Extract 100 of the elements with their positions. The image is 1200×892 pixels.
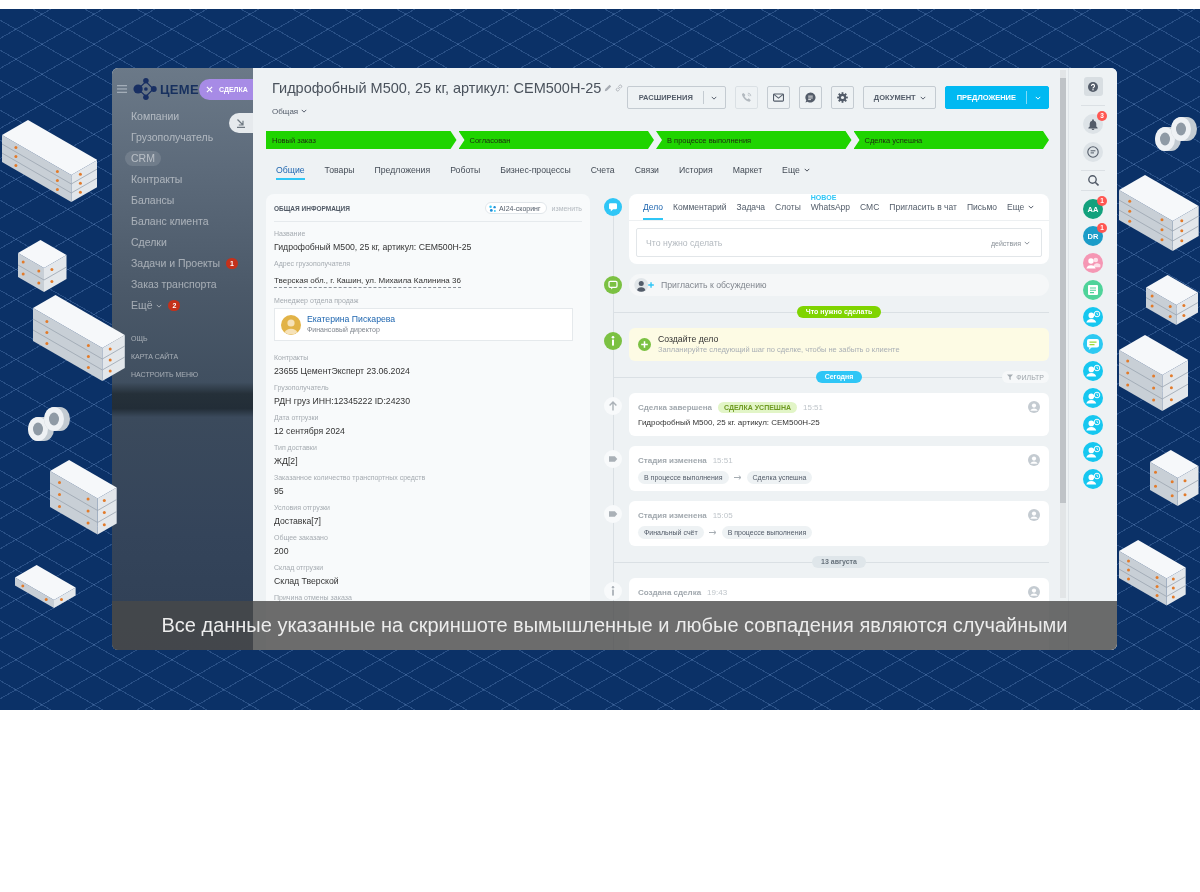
- add-person-icon: [634, 278, 655, 292]
- arrow-icon: [236, 118, 246, 128]
- sidebar-item[interactable]: Ещё: [131, 298, 163, 313]
- chat-icon[interactable]: [1083, 334, 1103, 354]
- chat-button[interactable]: [798, 86, 822, 109]
- bell-icon: [1088, 118, 1098, 130]
- invite-button[interactable]: Пригласить к обсуждению: [629, 274, 1049, 296]
- tab[interactable]: Пригласить в чат: [889, 194, 957, 220]
- user-icon[interactable]: [1028, 509, 1040, 521]
- info-icon: [604, 332, 622, 350]
- field-value: Склад Тверской: [274, 575, 340, 588]
- disclaimer-caption: Все данные указанные на скриншоте вымышленные и любые совпадения являются случайными: [112, 601, 1117, 650]
- tab[interactable]: Маркет: [722, 160, 773, 180]
- chat-icon: [804, 92, 816, 103]
- tab[interactable]: СМС: [860, 194, 880, 220]
- tab[interactable]: Бизнес-процессы: [490, 160, 581, 180]
- tag-icon: [604, 505, 622, 523]
- chat-icon: [604, 198, 622, 216]
- field-value: 12 сентября 2024: [274, 425, 346, 438]
- address-link[interactable]: Тверская обл., г. Кашин, ул. Михаила Калинина 36: [274, 274, 461, 288]
- caret-icon: [803, 168, 810, 172]
- tab[interactable]: Комментарий: [673, 194, 727, 220]
- event-time: 15:51: [712, 455, 733, 465]
- tab[interactable]: Роботы: [440, 160, 491, 180]
- caret-icon: [919, 95, 926, 100]
- news-icon[interactable]: [1083, 280, 1103, 300]
- field-value: 200: [274, 545, 290, 558]
- settings-button[interactable]: [830, 86, 854, 109]
- tab[interactable]: Еще: [772, 160, 820, 180]
- messages-button[interactable]: [1083, 142, 1103, 162]
- caret-icon: [711, 95, 718, 100]
- reminder-title: Создайте дело: [658, 334, 720, 345]
- tab[interactable]: История: [669, 160, 723, 180]
- caret-icon: [1028, 205, 1035, 209]
- page-title: Гидрофобный М500, 25 кг, артикул: CEM500H-25: [272, 79, 602, 98]
- logo-icon: [133, 77, 157, 101]
- event-title: Стадия изменена: [638, 455, 707, 465]
- group-icon[interactable]: [1083, 253, 1103, 273]
- user-icon[interactable]: [1028, 401, 1040, 413]
- settings-icon: [836, 92, 848, 103]
- arrow-icon: [708, 530, 717, 535]
- scrollbar-thumb[interactable]: [1060, 78, 1066, 503]
- concrete-slab-drawing: [1146, 275, 1198, 325]
- user-icon[interactable]: [1028, 586, 1040, 598]
- collapse-button[interactable]: [229, 113, 253, 133]
- person-clock-icon[interactable]: [1083, 442, 1103, 462]
- info-icon: [604, 582, 622, 600]
- pencil-icon[interactable]: [604, 84, 613, 92]
- arrow-up-icon: [604, 397, 622, 415]
- tag-icon: [604, 450, 622, 468]
- person-clock-icon[interactable]: [1083, 415, 1103, 435]
- concrete-rings-drawing: [1152, 115, 1197, 151]
- event-text: Гидрофобный М500, 25 кг. артикул: CEM500H-25: [638, 417, 821, 429]
- nodes-icon: [489, 204, 497, 212]
- user-icon[interactable]: [1028, 454, 1040, 466]
- phone-icon: [740, 92, 752, 103]
- field-value: ЖД[2]: [274, 455, 299, 468]
- field-value: Гидрофобный М500, 25 кг, артикул: CEM500H-25: [274, 241, 473, 254]
- tab[interactable]: Связи: [624, 160, 669, 180]
- tab[interactable]: Письмо: [966, 194, 997, 220]
- chat-icon: [1087, 146, 1099, 158]
- concrete-slab-drawing: [15, 565, 76, 608]
- category-selector[interactable]: Общая: [272, 104, 308, 118]
- caret-icon: [1034, 95, 1041, 100]
- envelope-icon: [772, 92, 784, 103]
- caret-icon: [156, 303, 163, 308]
- person-clock-icon[interactable]: [1083, 361, 1103, 381]
- caret-icon: [1024, 241, 1030, 245]
- arrow-icon: [733, 475, 742, 480]
- email-button[interactable]: [766, 86, 790, 109]
- tab[interactable]: Счета: [580, 160, 625, 180]
- event-title: Стадия изменена: [638, 510, 707, 520]
- tab[interactable]: Еще: [1007, 194, 1035, 220]
- link-icon[interactable]: [615, 84, 624, 92]
- person-clock-icon[interactable]: [1083, 469, 1103, 489]
- help-button[interactable]: [1083, 77, 1103, 96]
- tab[interactable]: Товары: [314, 160, 365, 180]
- person-clock-icon[interactable]: [1083, 388, 1103, 408]
- event-time: 15:51: [803, 402, 824, 412]
- tab[interactable]: Предложения: [364, 160, 441, 180]
- search-button[interactable]: [1087, 175, 1099, 186]
- event-time: 19:43: [707, 587, 728, 597]
- plus-icon[interactable]: [638, 338, 651, 351]
- menu-icon[interactable]: [117, 85, 127, 93]
- field-value: 95: [274, 485, 285, 498]
- scrollbar[interactable]: [1060, 70, 1066, 598]
- tab[interactable]: Задача: [736, 194, 766, 220]
- logo-text: ЦЕМЕ: [160, 81, 199, 97]
- event-title: Сделка завершена: [638, 402, 712, 412]
- concrete-slab-drawing: [1119, 540, 1186, 606]
- filter-icon: [1007, 374, 1014, 380]
- sidebar-item[interactable]: Заказ транспорта: [131, 277, 217, 292]
- concrete-rings-drawing: [25, 405, 70, 441]
- tab[interactable]: Слоты: [775, 194, 801, 220]
- person-name-link[interactable]: Екатерина Пискарева: [307, 314, 396, 325]
- concrete-slab-drawing: [1150, 450, 1199, 506]
- person-clock-icon[interactable]: [1083, 307, 1103, 327]
- field-value: 23655 ЦементЭксперт 23.06.2024: [274, 365, 411, 378]
- close-icon: [206, 86, 213, 93]
- chat-icon: [604, 276, 622, 294]
